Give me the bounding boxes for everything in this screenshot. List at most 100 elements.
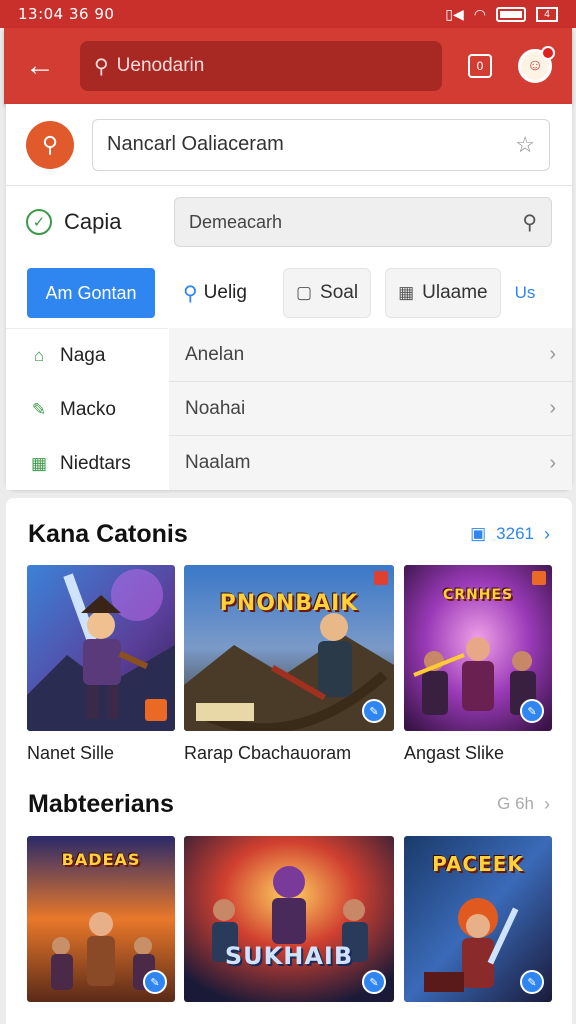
game-art — [27, 565, 175, 731]
game-card[interactable]: PACEEK ✎ — [404, 836, 552, 1024]
search-row: ⚲ Nancarl Oaliaceram ☆ — [6, 104, 572, 186]
play-icon[interactable]: ✎ — [520, 970, 544, 994]
search-icon: ⚲ — [183, 282, 198, 305]
tag-icon — [145, 699, 167, 721]
section-more-count: G 6h — [497, 794, 534, 813]
game-art: PNONBAIK ✎ — [184, 565, 394, 731]
chevron-right-icon: › — [549, 343, 556, 365]
nav-item-2[interactable]: ▦ Niedtars — [6, 437, 168, 491]
wifi-icon: ◠ — [473, 5, 486, 22]
filter-panel: ⚲ Nancarl Oaliaceram ☆ ✓ Capia Demeacarh… — [6, 104, 572, 490]
sub-item-label: Noahai — [185, 397, 246, 419]
chevron-right-icon: › — [544, 793, 550, 814]
square-icon: ▢ — [295, 283, 313, 302]
nav-item-label: Macko — [60, 399, 116, 420]
game-art-title: PACEEK — [432, 852, 524, 876]
nav-item-label: Niedtars — [60, 453, 131, 474]
check-icon: ✓ — [26, 209, 52, 235]
sub-item-2[interactable]: Naalam › — [169, 436, 572, 490]
sub-item-label: Anelan — [185, 343, 245, 365]
tag-icon — [374, 571, 388, 585]
chevron-right-icon: › — [544, 523, 550, 544]
star-icon[interactable]: ☆ — [515, 132, 535, 158]
battery-percent-icon: 4 — [536, 6, 558, 22]
nav-item-0[interactable]: ⌂ Naga — [6, 329, 168, 383]
game-art-title: PNONBAIK — [219, 591, 359, 616]
sub-item-label: Naalam — [185, 452, 251, 473]
section-title: Mabteerians — [28, 789, 174, 818]
status-bar: 13:04 36 90 ▯◀ ◠ 4 — [0, 0, 576, 28]
chip-box-2-label: Ulaame — [422, 282, 488, 303]
section-header-1: Kana Catonis ▣ 3261 › — [6, 514, 572, 554]
search-icon: ⚲ — [94, 55, 109, 78]
tab-switcher-icon[interactable]: 0 — [468, 54, 492, 78]
game-art: PACEEK ✎ — [404, 836, 552, 1002]
game-card[interactable]: SUKHAIB ✎ — [184, 836, 394, 1024]
game-card[interactable]: CRNHES ✎ Angast Slike — [404, 565, 552, 775]
back-arrow-icon[interactable]: ← — [18, 44, 62, 88]
chip-link[interactable]: Us — [515, 283, 536, 303]
chip-box-1-label: Soal — [320, 282, 359, 303]
app-bar: ← ⚲ Uenodarin 0 ☺ — [4, 28, 572, 104]
game-art-title: SUKHAIB — [224, 942, 354, 970]
sub-item-1[interactable]: Noahai › — [169, 382, 572, 436]
game-card[interactable]: PNONBAIK ✎ Rarap Cbachauoram — [184, 565, 394, 775]
chip-plain[interactable]: ⚲ Uelig — [183, 268, 247, 318]
games-panel: Kana Catonis ▣ 3261 › Nanet Sille PNONBA… — [6, 498, 572, 1024]
section-title: Kana Catonis — [28, 519, 188, 548]
game-card[interactable]: Nanet Sille — [27, 565, 175, 775]
chip-box-1[interactable]: ▢ Soal — [282, 268, 372, 318]
game-card[interactable]: BADEAS ✎ — [27, 836, 175, 1024]
app-bar-search-text: Uenodarin — [116, 55, 205, 76]
nav-item-label: Naga — [60, 345, 106, 366]
main-search-value: Nancarl Oaliaceram — [107, 133, 284, 155]
play-icon[interactable]: ✎ — [520, 699, 544, 723]
sub-item-0[interactable]: Anelan › — [169, 328, 572, 382]
chip-box-2[interactable]: ▦ Ulaame — [385, 268, 501, 318]
section-more-link[interactable]: G 6h › — [497, 794, 550, 815]
grid-icon: ▣ — [470, 524, 487, 543]
nav-item-1[interactable]: ✎ Macko — [6, 383, 168, 437]
chip-row: Am Gontan ⚲ Uelig ▢ Soal ▦ Ulaame Us — [6, 258, 572, 328]
app-bar-search[interactable]: ⚲ Uenodarin — [80, 41, 442, 91]
game-art: SUKHAIB ✎ — [184, 836, 394, 1002]
category-list: ⌂ Naga ✎ Macko ▦ Niedtars Anelan › Noaha… — [6, 328, 572, 490]
play-icon[interactable]: ✎ — [143, 970, 167, 994]
category-row: ✓ Capia Demeacarh ⚲ — [6, 186, 572, 258]
game-art-title: CRNHES — [442, 587, 514, 603]
chip-primary[interactable]: Am Gontan — [27, 268, 155, 318]
notification-dot — [541, 46, 555, 60]
search-icon: ⚲ — [41, 131, 59, 157]
game-card-label: Nanet Sille — [27, 743, 115, 763]
home-icon: ⌂ — [33, 346, 45, 365]
status-icons: ▯◀ ◠ 4 — [445, 6, 558, 23]
grid-icon: ▦ — [30, 454, 48, 473]
category-label: Capia — [64, 209, 122, 234]
profile-avatar[interactable]: ☺ — [518, 46, 555, 83]
calendar-icon: ▦ — [398, 283, 415, 302]
tag-icon — [532, 571, 546, 585]
play-icon[interactable]: ✎ — [362, 970, 386, 994]
game-card-label: Angast Slike — [404, 743, 505, 763]
search-icon: ⚲ — [522, 211, 537, 234]
sub-list: Anelan › Noahai › Naalam › — [169, 328, 572, 490]
chevron-right-icon: › — [549, 397, 556, 419]
category-search-input[interactable]: Demeacarh ⚲ — [174, 197, 552, 247]
main-search-input[interactable]: Nancarl Oaliaceram ☆ — [92, 118, 550, 171]
face-icon: ☺ — [526, 57, 544, 74]
game-card-label: Rarap Cbachauoram — [184, 743, 352, 763]
battery-icon — [496, 6, 526, 22]
search-button[interactable]: ⚲ — [26, 120, 74, 169]
section-header-2: Mabteerians G 6h › — [6, 784, 572, 824]
category-search-value: Demeacarh — [189, 211, 283, 232]
section-more-link[interactable]: ▣ 3261 › — [470, 524, 550, 545]
nav-list: ⌂ Naga ✎ Macko ▦ Niedtars — [6, 328, 168, 490]
vibrate-icon: ▯◀ — [445, 5, 464, 22]
game-art: BADEAS ✎ — [27, 836, 175, 1002]
game-art-title: BADEAS — [61, 850, 141, 869]
play-icon[interactable]: ✎ — [362, 699, 386, 723]
status-time: 13:04 36 90 — [18, 5, 115, 23]
game-art: CRNHES ✎ — [404, 565, 552, 731]
edit-icon: ✎ — [31, 400, 47, 419]
chip-plain-label: Uelig — [203, 282, 247, 303]
